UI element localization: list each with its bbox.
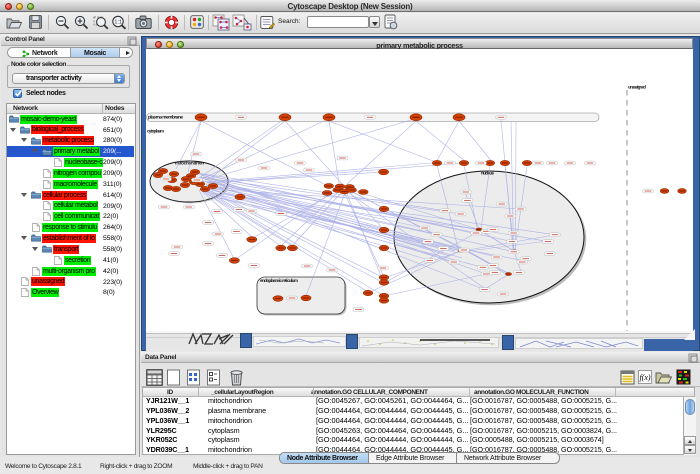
- svg-text:unassigned: unassigned: [628, 85, 646, 90]
- svg-text:endoplasmic reticulum: endoplasmic reticulum: [260, 278, 298, 283]
- svg-text:nucleus: nucleus: [481, 171, 494, 176]
- svg-text:plasma membrane: plasma membrane: [148, 115, 183, 121]
- svg-text:1:1: 1:1: [114, 20, 122, 26]
- svg-text:cytoplasm: cytoplasm: [147, 129, 164, 134]
